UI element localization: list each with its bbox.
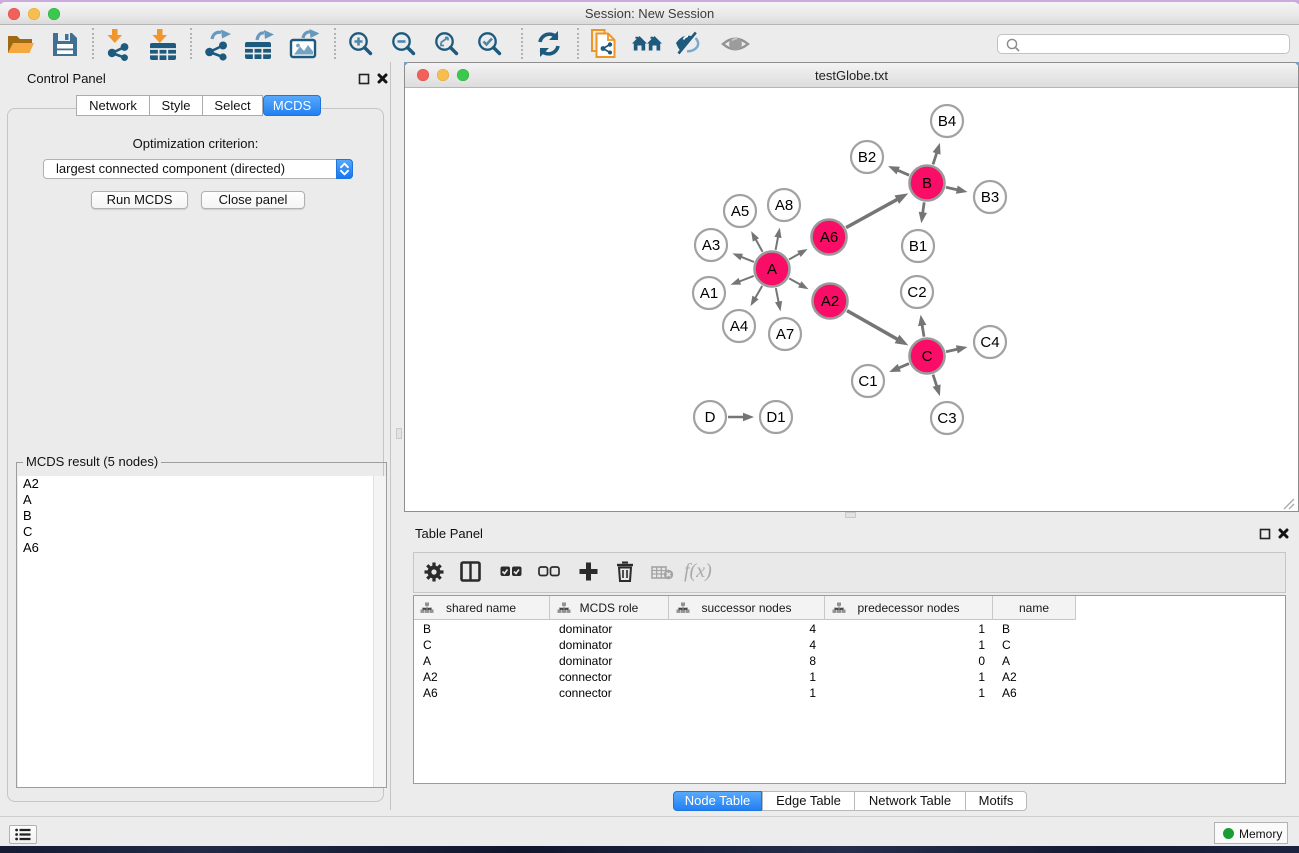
svg-text:B: B <box>922 175 932 192</box>
svg-text:A: A <box>767 261 777 278</box>
svg-text:A1: A1 <box>700 285 718 302</box>
svg-text:A3: A3 <box>702 237 720 254</box>
svg-text:A4: A4 <box>730 318 748 335</box>
svg-text:A2: A2 <box>821 293 839 310</box>
svg-text:A7: A7 <box>776 326 794 343</box>
svg-text:B1: B1 <box>909 238 927 255</box>
svg-text:C4: C4 <box>980 334 999 351</box>
svg-text:D: D <box>705 409 716 426</box>
svg-text:C3: C3 <box>937 410 956 427</box>
svg-text:A6: A6 <box>820 229 838 246</box>
svg-text:B4: B4 <box>938 113 956 130</box>
svg-text:B2: B2 <box>858 149 876 166</box>
svg-text:C: C <box>922 348 933 365</box>
svg-text:A5: A5 <box>731 203 749 220</box>
svg-text:D1: D1 <box>766 409 785 426</box>
svg-text:B3: B3 <box>981 189 999 206</box>
svg-text:C2: C2 <box>907 284 926 301</box>
svg-text:A8: A8 <box>775 197 793 214</box>
svg-text:C1: C1 <box>858 373 877 390</box>
